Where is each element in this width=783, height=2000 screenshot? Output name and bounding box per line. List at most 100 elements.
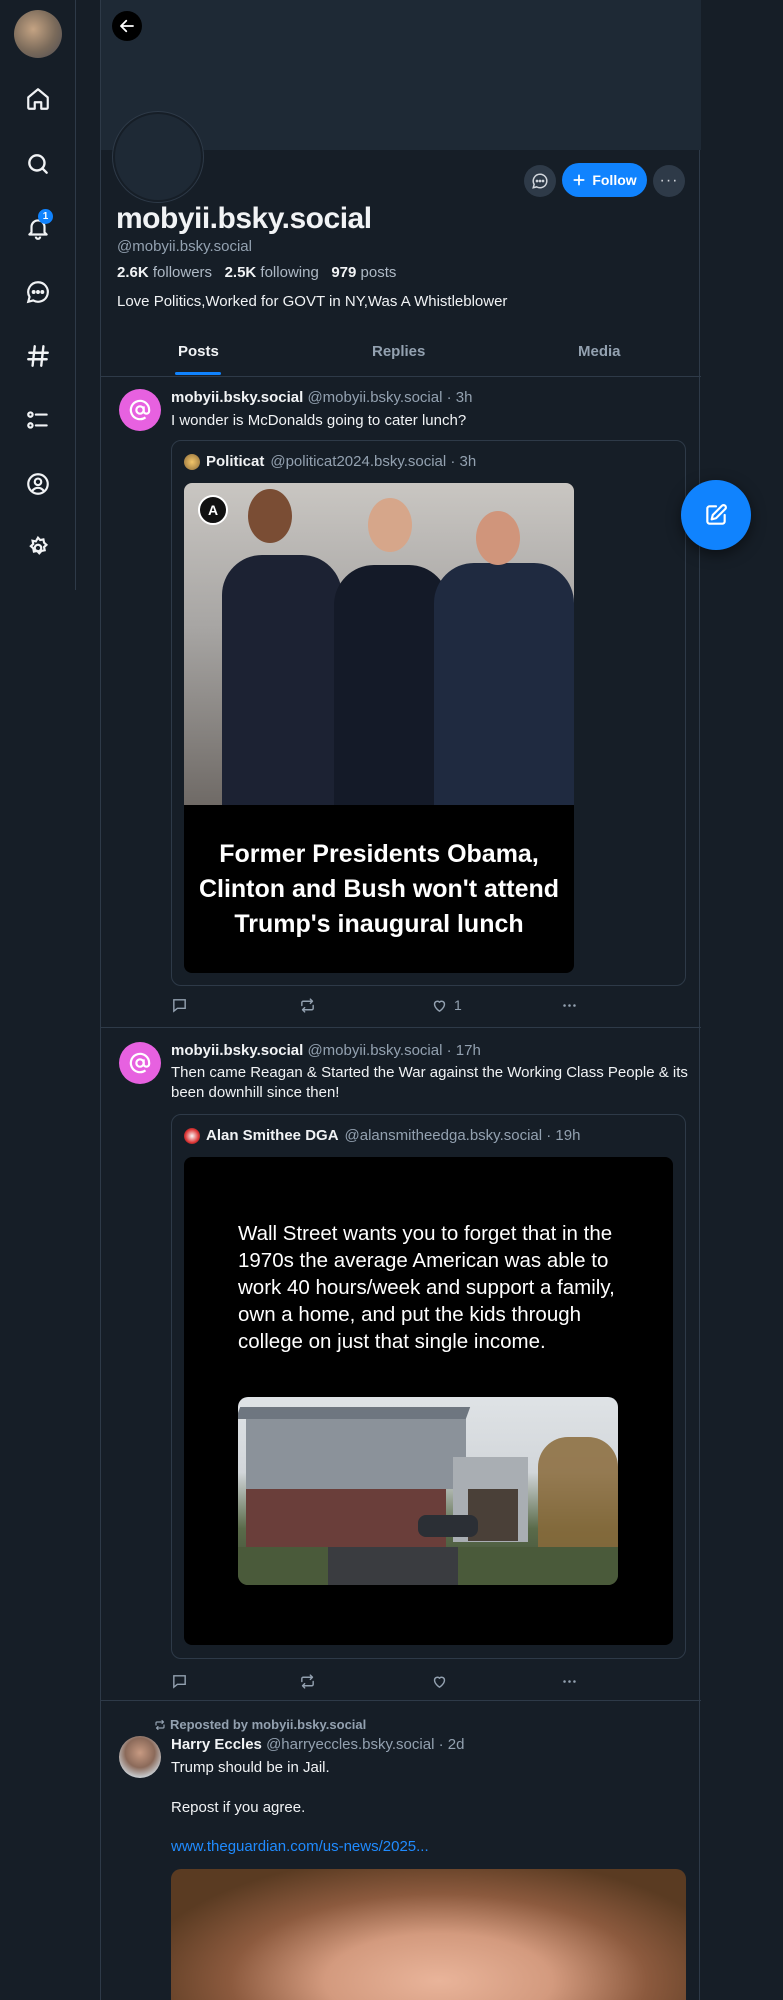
trees: [538, 1437, 618, 1547]
image-text: Wall Street wants you to forget that in …: [238, 1222, 615, 1353]
repost-icon: [155, 1719, 165, 1730]
chat-icon: [532, 173, 548, 189]
quoted-author-avatar: [184, 1127, 200, 1144]
at-sign-icon: [129, 399, 151, 421]
bell-icon[interactable]: 1: [24, 209, 53, 242]
search-icon[interactable]: [24, 150, 52, 178]
plus-icon: [573, 174, 585, 186]
like-button[interactable]: [431, 1671, 454, 1691]
repost-label: Reposted by mobyii.bsky.social: [170, 1717, 367, 1732]
left-nav-rail: 1: [0, 0, 76, 590]
post-author-avatar[interactable]: [119, 389, 161, 431]
quoted-post-header: Politicat @politicat2024.bsky.social · 3…: [184, 453, 476, 470]
posts-stat: 979 posts: [331, 264, 396, 281]
post-author-avatar[interactable]: [119, 1042, 161, 1084]
tab-media[interactable]: Media: [578, 343, 621, 360]
list-icon[interactable]: [24, 406, 52, 434]
feed-post[interactable]: mobyii.bsky.social @mobyii.bsky.social ·…: [101, 377, 701, 1028]
posts-count: 979: [331, 264, 357, 281]
repost-icon: [301, 1673, 314, 1689]
post-more-button[interactable]: [561, 1671, 578, 1691]
profile-avatar[interactable]: [113, 112, 203, 202]
post-actions: [171, 1671, 591, 1691]
profile-display-name: mobyii.bsky.social: [116, 202, 372, 235]
post-author-name[interactable]: Harry Eccles: [171, 1736, 262, 1753]
post-text-line-2: Repost if you agree.: [171, 1799, 306, 1816]
reply-button[interactable]: [171, 1671, 188, 1691]
profile-bio: Love Politics,Worked for GOVT in NY,Was …: [117, 293, 508, 310]
repost-button[interactable]: [299, 1671, 316, 1691]
reply-button[interactable]: [171, 995, 188, 1015]
post-more-button[interactable]: [561, 995, 578, 1015]
followers-label: followers: [152, 264, 213, 281]
house-photo: [238, 1397, 618, 1585]
quoted-post-image[interactable]: A Former Presidents Obama, Clinton and B…: [184, 483, 574, 973]
tab-replies[interactable]: Replies: [372, 343, 425, 360]
figure-left-head: [248, 489, 292, 543]
at-sign-icon: [129, 1052, 151, 1074]
heart-icon: [433, 1676, 446, 1688]
following-link[interactable]: 2.5K following: [225, 264, 319, 281]
house-roof-upper: [238, 1407, 471, 1419]
home-icon[interactable]: [24, 85, 52, 113]
quoted-post[interactable]: Alan Smithee DGA @alansmitheedga.bsky.so…: [171, 1114, 686, 1659]
followers-link[interactable]: 2.6K followers: [117, 264, 212, 281]
quoted-author-meta: @politicat2024.bsky.social · 3h: [270, 453, 477, 470]
hashtag-icon[interactable]: [24, 342, 52, 370]
following-count: 2.5K: [224, 264, 257, 281]
ellipsis-icon: [563, 1003, 576, 1007]
figure-right-head: [476, 511, 520, 565]
feed-post[interactable]: Reposted by mobyii.bsky.social Harry Ecc…: [101, 1701, 701, 2000]
repost-indicator: Reposted by mobyii.bsky.social: [154, 1717, 366, 1732]
figure-right: [434, 563, 574, 805]
reply-icon: [173, 998, 186, 1013]
profile-handle: @mobyii.bsky.social: [117, 238, 252, 255]
profile-feed-column: Follow ··· mobyii.bsky.social @mobyii.bs…: [100, 0, 701, 2000]
current-user-avatar[interactable]: [14, 10, 62, 58]
ellipsis-icon: [563, 1679, 576, 1683]
following-label: following: [260, 264, 319, 281]
publisher-logo-icon: A: [198, 495, 228, 525]
follow-button-label: Follow: [592, 172, 637, 188]
presidents-photo: A: [184, 483, 574, 805]
post-author-name[interactable]: mobyii.bsky.social: [171, 1042, 303, 1059]
chat-icon[interactable]: [24, 278, 52, 306]
post-author-meta: @mobyii.bsky.social · 3h: [307, 389, 473, 406]
post-actions: 1: [171, 995, 591, 1015]
more-options-button[interactable]: ···: [653, 165, 685, 197]
post-text-line-1: Trump should be in Jail.: [171, 1759, 330, 1776]
profile-icon[interactable]: [24, 470, 52, 498]
post-header: mobyii.bsky.social @mobyii.bsky.social ·…: [171, 1042, 481, 1059]
post-link[interactable]: www.theguardian.com/us-news/2025...: [171, 1838, 429, 1855]
back-button[interactable]: [112, 11, 142, 41]
post-text: Then came Reagan & Started the War again…: [171, 1064, 688, 1101]
arrow-left-icon: [120, 19, 134, 33]
figure-middle: [334, 565, 449, 805]
message-button[interactable]: [524, 165, 556, 197]
repost-button[interactable]: [299, 995, 316, 1015]
post-header: mobyii.bsky.social @mobyii.bsky.social ·…: [171, 389, 472, 406]
post-author-avatar[interactable]: [119, 1736, 161, 1778]
settings-icon[interactable]: [24, 534, 52, 562]
image-caption: Former Presidents Obama, Clinton and Bus…: [198, 839, 560, 938]
link-preview-image[interactable]: [171, 1869, 686, 2000]
feed-post[interactable]: mobyii.bsky.social @mobyii.bsky.social ·…: [101, 1028, 701, 1701]
quoted-author-name: Politicat: [206, 453, 265, 470]
quoted-post[interactable]: Politicat @politicat2024.bsky.social · 3…: [171, 440, 686, 986]
like-button[interactable]: 1: [431, 995, 462, 1015]
active-tab-indicator: [175, 372, 221, 375]
quoted-author-avatar: [184, 453, 200, 470]
follow-button[interactable]: Follow: [562, 163, 647, 197]
driveway: [328, 1547, 458, 1585]
post-header: Harry Eccles @harryeccles.bsky.social · …: [171, 1736, 464, 1753]
post-author-name[interactable]: mobyii.bsky.social: [171, 389, 303, 406]
profile-stats: 2.6K followers 2.5K following 979 posts: [117, 264, 396, 281]
tab-posts[interactable]: Posts: [178, 343, 219, 360]
car: [418, 1515, 478, 1537]
compose-button[interactable]: [681, 480, 751, 550]
house-upper-floor: [246, 1419, 466, 1489]
reply-icon: [173, 1674, 186, 1689]
like-count: 1: [454, 997, 462, 1013]
figure-left: [222, 555, 342, 805]
quoted-post-image[interactable]: Wall Street wants you to forget that in …: [184, 1157, 673, 1645]
